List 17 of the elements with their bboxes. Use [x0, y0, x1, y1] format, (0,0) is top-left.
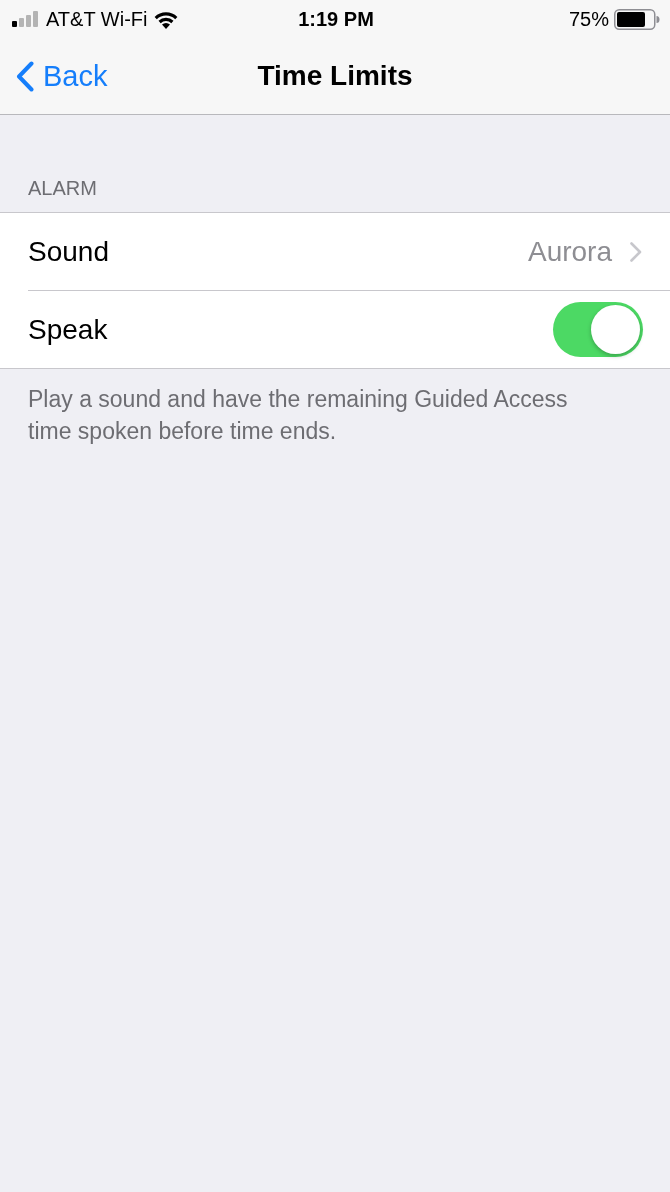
signal-bars-icon	[12, 11, 40, 27]
section-header: ALARM	[27, 177, 98, 201]
toggle-switch[interactable]	[553, 302, 643, 357]
settings-row[interactable]: Sound Aurora	[0, 213, 670, 290]
section-footer-text: Play a sound and have the remaining Guided Access time spoken before time ends.	[27, 385, 569, 446]
back-button[interactable]: Back	[16, 59, 108, 93]
row-label: Speak	[28, 313, 109, 346]
row-label: Sound	[28, 235, 110, 268]
battery-percent-text: 75%	[568, 7, 609, 31]
wifi-icon	[153, 9, 180, 29]
chevron-left-icon	[16, 60, 34, 92]
battery-icon	[614, 8, 660, 30]
chevron-right-icon	[630, 241, 642, 262]
clock-text: 1:19 PM	[298, 7, 374, 31]
page-title: Time Limits	[257, 60, 413, 92]
row-value: Aurora	[527, 235, 612, 268]
carrier-text: AT&T Wi-Fi	[46, 7, 148, 31]
